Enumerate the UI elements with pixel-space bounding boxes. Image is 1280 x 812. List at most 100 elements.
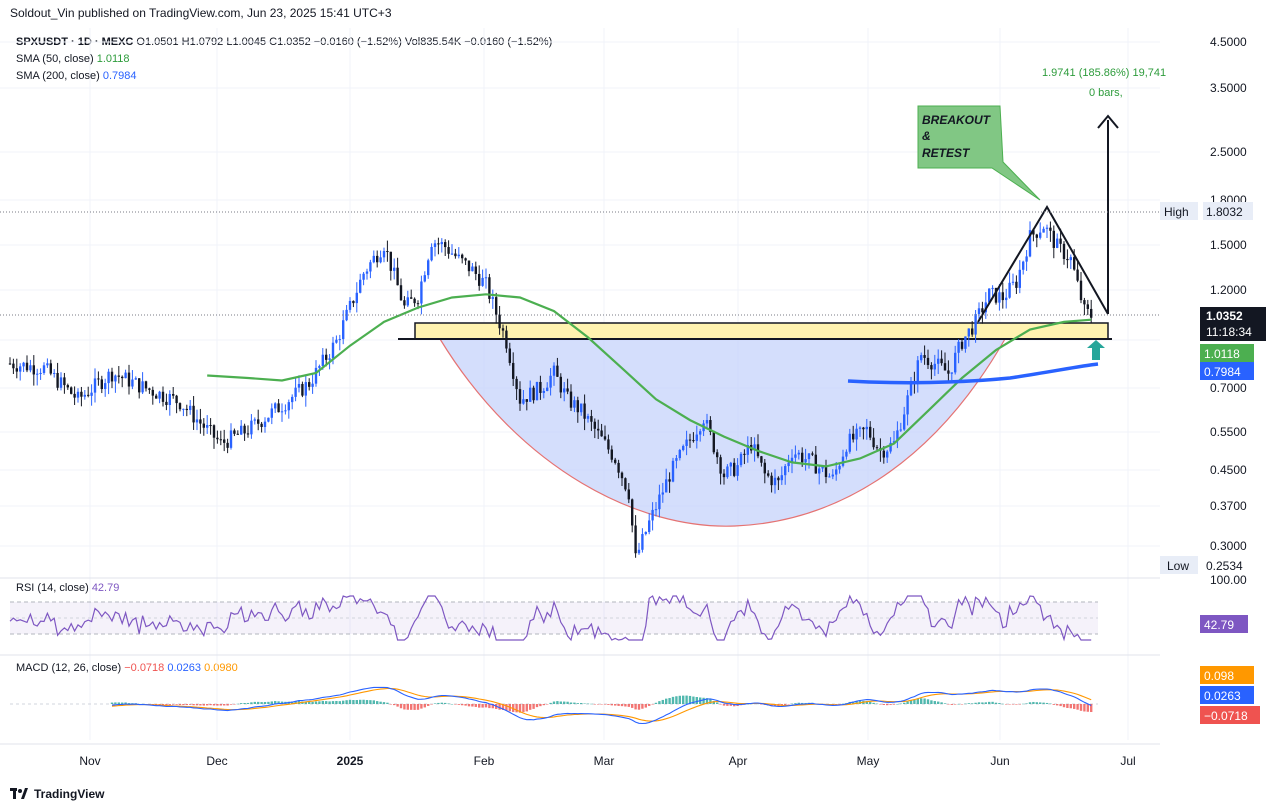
- candle-body: [906, 395, 909, 415]
- macd-hist-bar: [624, 704, 627, 707]
- candle-body: [240, 425, 243, 435]
- macd-hist-bar: [212, 704, 216, 706]
- candle-body: [199, 419, 202, 424]
- candle-body: [610, 449, 613, 460]
- candle-body: [161, 391, 165, 402]
- macd-hist-bar: [671, 696, 675, 704]
- macd-hist-bar: [369, 700, 372, 704]
- macd-hist-bar: [413, 704, 416, 710]
- candle-body: [403, 300, 406, 306]
- candle-body: [250, 420, 253, 435]
- candle-body: [226, 442, 229, 448]
- candle-body: [529, 387, 532, 402]
- macd-hist-bar: [348, 699, 352, 704]
- macd-hist-bar: [1086, 704, 1089, 712]
- candle-body: [117, 375, 120, 377]
- candle-body: [590, 416, 593, 422]
- macd-hist-bar: [219, 704, 222, 706]
- macd-hist-bar: [1066, 704, 1069, 708]
- candle-body: [396, 267, 399, 286]
- macd-hist-bar: [967, 703, 970, 704]
- candle-body: [110, 371, 114, 382]
- macd-hist-bar: [427, 704, 430, 706]
- rsi-pane: [9, 594, 1098, 642]
- macd-hist-bar: [617, 704, 620, 706]
- time-tick: May: [857, 754, 880, 768]
- candle-body: [559, 376, 562, 393]
- candle-body: [627, 489, 630, 500]
- tradingview-logo-icon: [10, 788, 28, 799]
- candle-body: [773, 477, 777, 486]
- candle-body: [444, 242, 447, 248]
- candle-body: [216, 437, 219, 440]
- candle-body: [155, 395, 158, 399]
- candle-body: [583, 403, 586, 419]
- candle-body: [260, 423, 263, 427]
- low-value: 0.2534: [1206, 559, 1243, 573]
- candle-body: [661, 492, 664, 495]
- candle-body: [36, 373, 39, 375]
- candle-body: [87, 394, 90, 396]
- candle-body: [688, 439, 692, 441]
- price-tick: 1.5000: [1210, 238, 1247, 252]
- time-axis[interactable]: Nov Dec 2025 Feb Mar Apr May Jun Jul: [79, 754, 1135, 768]
- candle-body: [389, 251, 392, 271]
- candle-body: [56, 372, 59, 388]
- candle-body: [372, 255, 375, 263]
- macd-hist-bar: [600, 704, 603, 705]
- candle-body: [29, 365, 32, 371]
- price-tick: 4.5000: [1210, 35, 1247, 49]
- macd-hist-bar: [971, 703, 974, 704]
- macd-hist-bar: [1073, 704, 1076, 709]
- candle-body: [138, 378, 141, 393]
- candle-body: [1018, 269, 1021, 288]
- candle-body: [943, 363, 947, 371]
- candle-body: [308, 382, 311, 387]
- candle-body: [454, 253, 457, 257]
- candle-body: [872, 437, 875, 448]
- macd-hist-bar: [1011, 704, 1015, 705]
- macd-hist-bar: [403, 704, 406, 710]
- candle-body: [457, 254, 460, 257]
- candle-body: [614, 459, 617, 463]
- macd-hist-bar: [552, 701, 556, 704]
- candle-body: [42, 365, 46, 373]
- candle-body: [450, 253, 454, 255]
- macd-hist-bar: [644, 704, 647, 708]
- candle-body: [515, 378, 518, 390]
- candle-body: [49, 363, 52, 374]
- candle-body: [852, 433, 855, 440]
- candle-body: [685, 439, 688, 446]
- macd-hist-bar: [879, 704, 882, 705]
- candle-body: [114, 375, 117, 382]
- candle-body: [70, 387, 73, 394]
- macd-hist-bar: [474, 704, 477, 707]
- macd-hist-bar: [345, 700, 348, 704]
- sma50-price-tag: 1.0118: [1204, 347, 1240, 361]
- macd-hist-bar: [675, 696, 678, 704]
- price-tick: 0.4500: [1210, 463, 1247, 477]
- candle-body: [413, 298, 416, 304]
- macd-hist-bar: [886, 704, 889, 706]
- candle-body: [1056, 238, 1059, 248]
- candle-body: [338, 339, 341, 341]
- candle-body: [362, 273, 365, 280]
- candle-body: [253, 419, 256, 421]
- candle-body: [600, 430, 603, 437]
- countdown: 11:18:34: [1206, 325, 1252, 339]
- macd-hist-bar: [923, 698, 926, 704]
- price-chart[interactable]: BREAKOUT & RETEST 1.9741 (185.86%) 19,741 0 …: [0, 0, 1280, 812]
- macd-price-tag: −0.0718: [1204, 709, 1248, 723]
- macd-hist-bar: [678, 695, 681, 704]
- candle-body: [484, 277, 488, 279]
- macd-hist-bar: [569, 702, 573, 704]
- candle-body: [22, 362, 25, 367]
- macd-hist-bar: [573, 702, 576, 704]
- macd-hist-bar: [998, 703, 1001, 704]
- candle-body: [93, 378, 97, 393]
- candle-body: [777, 477, 780, 481]
- candle-body: [692, 440, 695, 442]
- macd-hist-bar: [1028, 702, 1032, 704]
- candle-body: [804, 459, 807, 463]
- candle-body: [90, 392, 93, 396]
